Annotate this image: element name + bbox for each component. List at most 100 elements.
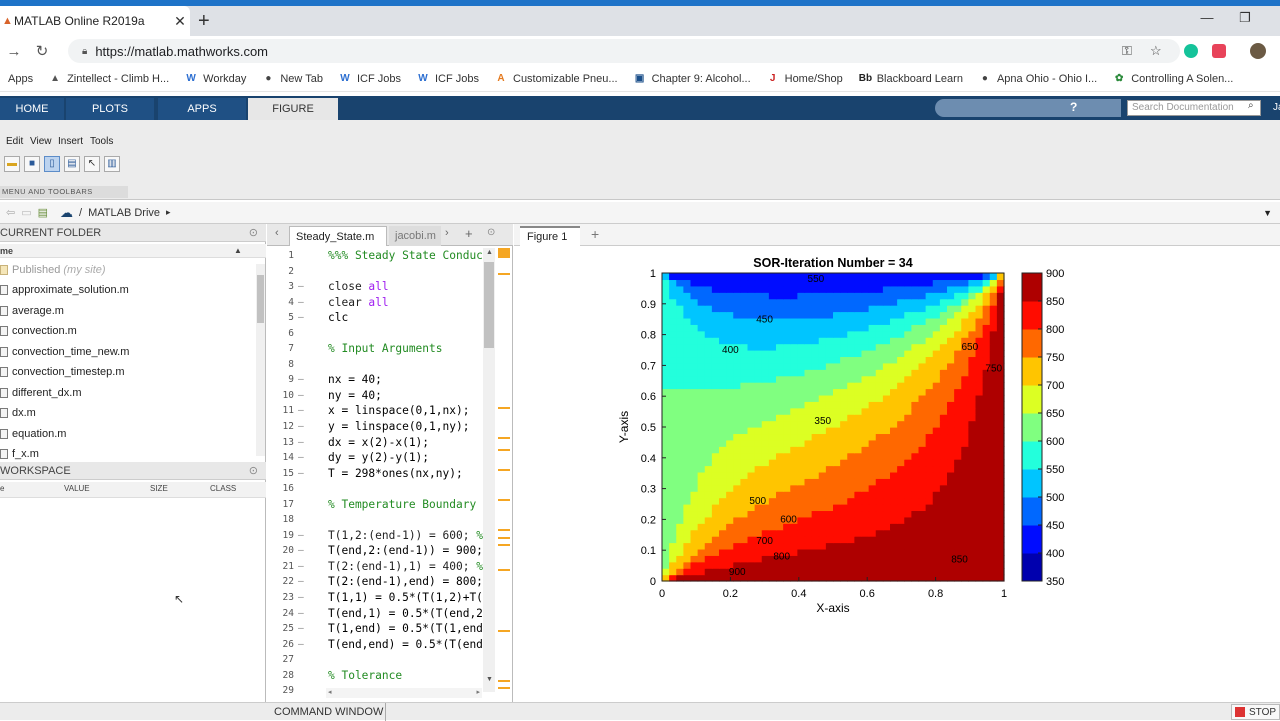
bookmark-6[interactable]: A Customizable Pneu... — [495, 73, 617, 85]
pointer-icon[interactable]: ↖ — [84, 156, 100, 172]
code-line[interactable] — [328, 264, 484, 280]
breakpoint-dash[interactable]: – — [298, 590, 304, 606]
breakpoint-dash[interactable]: – — [298, 543, 304, 559]
maximize-icon[interactable]: ❐ — [1230, 10, 1260, 26]
code-line[interactable]: % Temperature Boundary — [328, 497, 484, 513]
save-icon[interactable]: ■ — [24, 156, 40, 172]
menu-edit[interactable]: Edit — [6, 136, 23, 147]
analyzer-marker[interactable] — [498, 499, 510, 501]
breakpoint-dash[interactable]: – — [298, 466, 304, 482]
code-line[interactable]: close all — [328, 279, 484, 295]
code-line[interactable] — [328, 326, 484, 342]
analyzer-marker[interactable] — [498, 529, 510, 531]
stop-button[interactable]: STOP — [1231, 704, 1280, 720]
published-folder[interactable]: Published (my site) — [0, 260, 256, 280]
workspace-col-size[interactable]: SIZE — [150, 482, 168, 496]
profile-avatar[interactable] — [1250, 43, 1266, 59]
command-window-label[interactable]: COMMAND WINDOW — [274, 706, 383, 718]
add-tab-icon[interactable]: + — [465, 226, 473, 241]
breakpoint-dash[interactable]: – — [298, 310, 304, 326]
code-line[interactable]: clear all — [328, 295, 484, 311]
analyzer-marker[interactable] — [498, 569, 510, 571]
breakpoint-dash[interactable]: – — [298, 295, 304, 311]
scroll-up-icon[interactable]: ▲ — [486, 249, 493, 256]
new-tab-button[interactable]: + — [198, 10, 210, 33]
menu-tools[interactable]: Tools — [90, 136, 113, 147]
code-line[interactable]: T(2:(end-1),1) = 400; % — [328, 559, 484, 575]
menu-view[interactable]: View — [30, 136, 52, 147]
code-line[interactable]: dy = y(2)-y(1); — [328, 450, 484, 466]
user-name[interactable]: Ja — [1273, 102, 1280, 113]
analyzer-marker[interactable] — [498, 537, 510, 539]
editor-tab-jacobi[interactable]: jacobi.m — [389, 226, 441, 246]
code-line[interactable]: % Tolerance — [328, 668, 484, 684]
code-line[interactable]: T(end,2:(end-1)) = 900; — [328, 543, 484, 559]
file-item[interactable]: average.m — [0, 301, 256, 321]
code-line[interactable]: y = linspace(0,1,ny); — [328, 419, 484, 435]
code-line[interactable] — [328, 481, 484, 497]
code-area[interactable]: %%% Steady State Conduc close all clear a… — [328, 248, 484, 699]
bookmark-9[interactable]: Bb Blackboard Learn — [859, 73, 963, 85]
editor-scrollbar-thumb[interactable] — [484, 262, 494, 348]
breakpoint-dash[interactable]: – — [298, 419, 304, 435]
name-column-header[interactable]: me ▲ — [0, 244, 266, 258]
bookmark-1[interactable]: ▲ Zintellect - Climb H... — [49, 73, 169, 85]
back-arrow-icon[interactable]: ⇦ — [6, 206, 15, 219]
file-item[interactable]: convection_time_new.m — [0, 342, 256, 362]
breakpoint-dash[interactable]: – — [298, 435, 304, 451]
workspace-col-value[interactable]: VALUE — [64, 482, 90, 496]
tabs-left-icon[interactable]: ‹ — [275, 227, 279, 239]
contour-chart[interactable]: SOR-Iteration Number = 340 0.2 0.4 0.6 0.8 10… — [514, 246, 1280, 702]
file-item[interactable]: equation.m — [0, 424, 256, 444]
code-line[interactable]: T(1,1) = 0.5*(T(1,2)+T( — [328, 590, 484, 606]
file-item[interactable]: convection_timestep.m — [0, 362, 256, 382]
code-line[interactable]: dx = x(2)-x(1); — [328, 435, 484, 451]
search-documentation-input[interactable]: Search Documentation — [1127, 100, 1261, 116]
editor-options-icon[interactable]: ⊙ — [487, 227, 495, 238]
code-line[interactable]: T(end,1) = 0.5*(T(end,2 — [328, 606, 484, 622]
analyzer-marker[interactable] — [498, 437, 510, 439]
code-line[interactable]: T(end,end) = 0.5*(T(end — [328, 637, 484, 653]
bookmark-4[interactable]: W ICF Jobs — [339, 73, 401, 85]
bookmark-3[interactable]: ● New Tab — [262, 73, 323, 85]
property-editor-icon[interactable]: ▤ — [64, 156, 80, 172]
path-dropdown-icon[interactable]: ▼ — [1263, 208, 1272, 218]
analyzer-marker[interactable] — [498, 630, 510, 632]
breakpoint-dash[interactable]: – — [298, 279, 304, 295]
panel-options-icon[interactable]: ⊙ — [249, 224, 258, 242]
breakpoint-dash[interactable]: – — [298, 606, 304, 622]
editor-tab-steady-state[interactable]: Steady_State.m — [289, 226, 387, 246]
bookmark-8[interactable]: J Home/Shop — [767, 73, 843, 85]
tab-figure[interactable]: FIGURE — [248, 98, 338, 120]
figure-tab[interactable]: Figure 1 — [520, 226, 580, 246]
warning-indicator-icon[interactable] — [498, 248, 510, 258]
analyzer-marker[interactable] — [498, 273, 510, 275]
code-line[interactable]: % Input Arguments — [328, 341, 484, 357]
workspace-col-name[interactable]: e — [0, 482, 4, 496]
workspace-col-class[interactable]: CLASS — [210, 482, 236, 496]
grammarly-icon[interactable] — [1184, 44, 1198, 58]
code-line[interactable]: x = linspace(0,1,nx); — [328, 403, 484, 419]
browser-tab[interactable]: ▲ MATLAB Online R2019a ✕ — [0, 6, 190, 36]
bookmark-star-icon[interactable]: ☆ — [1150, 43, 1162, 59]
add-figure-icon[interactable]: + — [591, 226, 599, 242]
breakpoint-dash[interactable]: – — [298, 388, 304, 404]
breakpoint-dash[interactable]: – — [298, 574, 304, 590]
file-item[interactable]: different_dx.m — [0, 383, 256, 403]
tab-apps[interactable]: APPS — [158, 98, 246, 120]
path-chevron-icon[interactable]: ▸ — [166, 207, 171, 218]
breakpoint-dash[interactable]: – — [298, 637, 304, 653]
code-line[interactable]: clc — [328, 310, 484, 326]
code-line[interactable]: T(1,2:(end-1)) = 600; % — [328, 528, 484, 544]
code-line[interactable]: T = 298*ones(nx,ny); — [328, 466, 484, 482]
sort-ascending-icon[interactable]: ▲ — [234, 244, 242, 258]
file-item[interactable]: approximate_solution.m — [0, 280, 256, 300]
scroll-down-icon[interactable]: ▼ — [486, 676, 493, 683]
tabs-right-icon[interactable]: › — [445, 227, 449, 239]
code-line[interactable] — [328, 652, 484, 668]
analyzer-marker[interactable] — [498, 687, 510, 689]
analyzer-marker[interactable] — [498, 544, 510, 546]
file-item[interactable]: dx.m — [0, 403, 256, 423]
analyzer-marker[interactable] — [498, 407, 510, 409]
reload-icon[interactable]: ↻ — [28, 42, 56, 60]
